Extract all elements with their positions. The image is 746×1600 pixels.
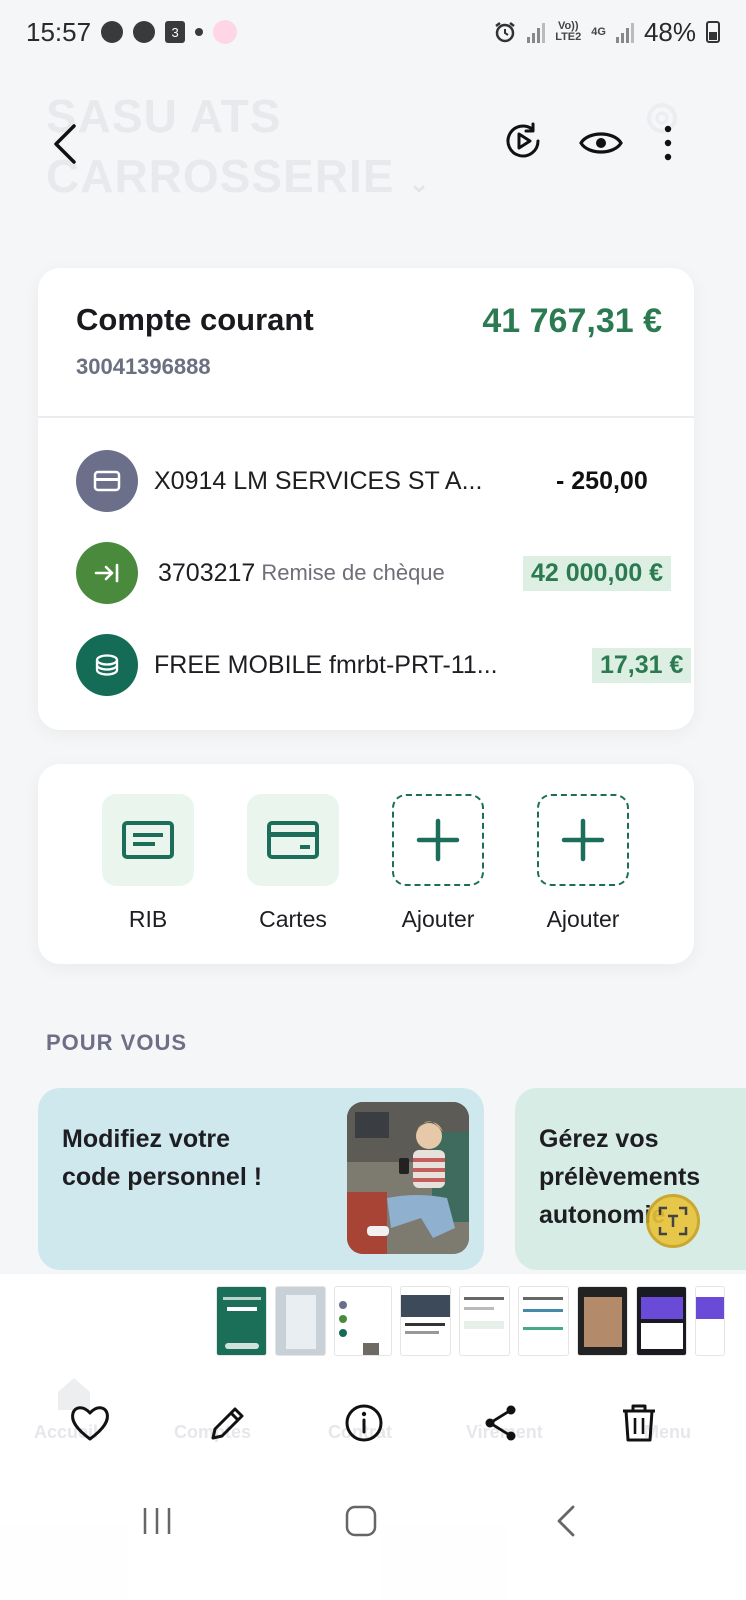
promo-text-line: prélèvements: [539, 1163, 701, 1191]
thumbnail[interactable]: [459, 1286, 510, 1356]
thumbnail[interactable]: [518, 1286, 569, 1356]
add-button[interactable]: Ajouter: [528, 794, 638, 933]
arrow-in-icon: [76, 542, 138, 604]
battery-icon: [706, 21, 720, 43]
company-name-line2: CARROSSERIE: [46, 150, 395, 202]
status-bar-left: 15:57 3: [26, 16, 238, 48]
more-options-icon[interactable]: [656, 120, 680, 166]
transaction-amount: 42 000,00 €: [523, 555, 672, 591]
scan-text-icon[interactable]: [646, 1194, 700, 1248]
add-button[interactable]: Ajouter: [383, 794, 493, 933]
rib-icon: [102, 794, 194, 886]
cards-label: Cartes: [259, 906, 327, 932]
transaction-label: FREE MOBILE fmrbt-PRT-11...: [154, 650, 498, 679]
transaction-amount: - 250,00: [556, 466, 648, 495]
volte-indicator: Vo)) LTE2: [555, 21, 581, 43]
thumbnail[interactable]: [275, 1286, 326, 1356]
section-title: POUR VOUS: [46, 1030, 188, 1055]
promo-text-line: code personnel !: [62, 1163, 263, 1191]
app-notification-icon: [213, 20, 238, 44]
info-icon[interactable]: [341, 1400, 387, 1446]
share-icon[interactable]: [478, 1400, 524, 1446]
transaction-row[interactable]: 3703217 Remise de chèque 42 000,00 €: [76, 542, 676, 604]
account-name: Compte courant: [76, 302, 314, 337]
plus-icon: [392, 794, 484, 886]
rib-label: RIB: [128, 906, 168, 932]
thumbnail[interactable]: [400, 1286, 451, 1356]
thumbnail[interactable]: [334, 1286, 392, 1356]
status-bar: 15:57 3 Vo)) LTE2 4G 48%: [0, 0, 746, 64]
status-time: 15:57: [26, 16, 92, 47]
chrome-notification-icon: [133, 21, 156, 43]
transaction-row[interactable]: X0914 LM SERVICES ST A... - 250,00: [76, 450, 676, 512]
promo-card[interactable]: Modifiez votre code personnel !: [38, 1088, 484, 1270]
back-arrow-icon[interactable]: [46, 120, 86, 168]
quick-actions-card: RIB Cartes Ajouter Ajouter: [38, 764, 694, 964]
thumbnail[interactable]: [577, 1286, 628, 1356]
company-name-line1: SASU ATS: [46, 90, 282, 142]
company-name: SASU ATS CARROSSERIE ⌄: [46, 86, 431, 213]
plus-icon: [537, 794, 629, 886]
chevron-down-icon: ⌄: [408, 168, 431, 198]
transaction-row[interactable]: FREE MOBILE fmrbt-PRT-11... 17,31 €: [76, 634, 692, 696]
home-button-icon[interactable]: [338, 1498, 384, 1544]
thumbnail[interactable]: [695, 1286, 725, 1356]
alarm-icon: [495, 22, 515, 43]
heart-icon[interactable]: [67, 1400, 113, 1446]
card-icon: [247, 794, 339, 886]
promo-text-line: Gérez vos: [539, 1125, 659, 1153]
transaction-label: 3703217: [158, 558, 256, 587]
trash-icon[interactable]: [616, 1400, 662, 1446]
account-card[interactable]: Compte courant 30041396888 41 767,31 € X…: [38, 268, 694, 730]
thumbnail[interactable]: [636, 1286, 687, 1356]
coins-icon: [76, 634, 138, 696]
calendar-notification-icon: 3: [165, 21, 186, 43]
recent-apps-icon[interactable]: [134, 1498, 180, 1544]
thumbnail[interactable]: [216, 1286, 267, 1356]
eye-icon[interactable]: [578, 120, 624, 166]
account-balance: 41 767,31 €: [482, 302, 662, 340]
promo-text: Modifiez votre code personnel !: [62, 1120, 262, 1196]
add-label: Ajouter: [401, 906, 475, 932]
motion-photo-icon[interactable]: [500, 118, 546, 164]
account-number: 30041396888: [76, 354, 211, 379]
status-bar-right: Vo)) LTE2 4G 48%: [493, 17, 720, 48]
transaction-amount: 17,31 €: [592, 647, 692, 683]
pencil-icon[interactable]: [205, 1400, 251, 1446]
company-name-line2-wrap: CARROSSERIE ⌄: [46, 146, 431, 213]
card-icon: [76, 450, 138, 512]
promo-text-line: Modifiez votre: [62, 1125, 231, 1153]
system-back-icon[interactable]: [544, 1498, 590, 1544]
promo-card[interactable]: Gérez vos prélèvements autonomie: [515, 1088, 746, 1270]
transaction-description: Remise de chèque: [261, 560, 445, 585]
promo-photo: [347, 1102, 469, 1254]
more-notifications-icon: [195, 28, 204, 36]
signal-icon: [615, 21, 634, 43]
rib-button[interactable]: RIB: [93, 794, 203, 933]
cards-button[interactable]: Cartes: [238, 794, 348, 933]
chrome-notification-icon: [101, 21, 124, 43]
thumbnail-strip[interactable]: [216, 1286, 725, 1356]
battery-percent: 48%: [643, 16, 696, 47]
network-type-label: 4G: [591, 25, 606, 38]
lte-label: LTE2: [555, 31, 582, 43]
transaction-label: X0914 LM SERVICES ST A...: [154, 466, 483, 495]
signal-icon: [527, 21, 546, 43]
account-header[interactable]: Compte courant 30041396888 41 767,31 €: [38, 268, 694, 418]
add-label: Ajouter: [546, 906, 620, 932]
